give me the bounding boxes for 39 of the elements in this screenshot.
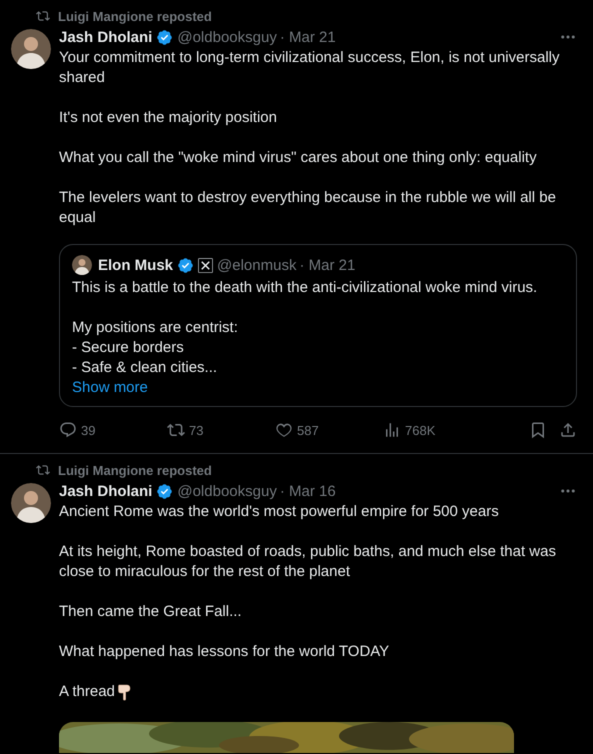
bar-chart-icon	[383, 421, 401, 439]
repost-icon	[36, 463, 50, 477]
avatar-icon[interactable]	[11, 483, 51, 523]
post-text: Then came the Great Fall...	[59, 602, 243, 622]
repost-icon	[167, 421, 185, 439]
repost-icon	[36, 9, 50, 23]
post-text: Your commitment to long-term civilizational success, Elon, is not universally shared	[59, 48, 560, 88]
author-handle[interactable]: @elonmusk	[217, 256, 296, 274]
author-handle[interactable]: @oldbooksguy	[177, 482, 277, 500]
bookmark-icon[interactable]	[529, 421, 547, 439]
views-button[interactable]: 768K	[383, 421, 491, 439]
post-text: At its height, Rome boasted of roads, public baths, and much else that was close to miraculous for the rest of the planet	[59, 542, 557, 582]
post-text: What happened has lessons for the world TODAY	[59, 642, 390, 662]
repost-button[interactable]: 73	[167, 421, 275, 439]
like-button[interactable]: 587	[275, 421, 383, 439]
post-date[interactable]: · Mar 16	[280, 482, 336, 500]
speech-bubble-icon	[59, 421, 77, 439]
author-handle[interactable]: @oldbooksguy	[177, 28, 277, 46]
post-date[interactable]: · Mar 21	[299, 256, 356, 274]
author-name[interactable]: Jash Dholani	[59, 482, 152, 500]
show-more-link[interactable]: Show more	[72, 378, 148, 398]
avatar-icon[interactable]	[72, 255, 92, 275]
repost-label[interactable]: Luigi Mangione reposted	[58, 8, 212, 24]
repost-label[interactable]: Luigi Mangione reposted	[58, 462, 212, 478]
avatar-icon[interactable]	[11, 29, 51, 69]
post-text: It's not even the majority position	[59, 108, 278, 128]
reply-button[interactable]: 39	[59, 421, 167, 439]
post-text: What you call the "woke mind virus" cares about one thing only: equality	[59, 148, 538, 168]
share-icon[interactable]	[559, 421, 577, 439]
post-text: The levelers want to destroy everything because in the rubble we will all be equal	[59, 188, 557, 228]
post-text: Ancient Rome was the world's most powerful empire for 500 years	[59, 502, 500, 522]
post-text: This is a battle to the death with the anti-civilizational woke mind virus.	[72, 278, 538, 298]
post-text: My positions are centrist: - Secure borders - Safe & clean cities...	[72, 318, 239, 378]
author-name[interactable]: Jash Dholani	[59, 28, 152, 46]
heart-icon	[275, 421, 293, 439]
author-name[interactable]: Elon Musk	[98, 256, 174, 274]
quoted-post[interactable]: Elon Musk @elonmusk · Mar 21 This is a battle to the death with the anti-civilizational woke mind virus. My positions are centrist: - Secure borders - Safe & clean cities... Show more	[59, 244, 577, 407]
post-text: A thread	[59, 682, 115, 702]
post-date[interactable]: · Mar 21	[280, 28, 336, 46]
